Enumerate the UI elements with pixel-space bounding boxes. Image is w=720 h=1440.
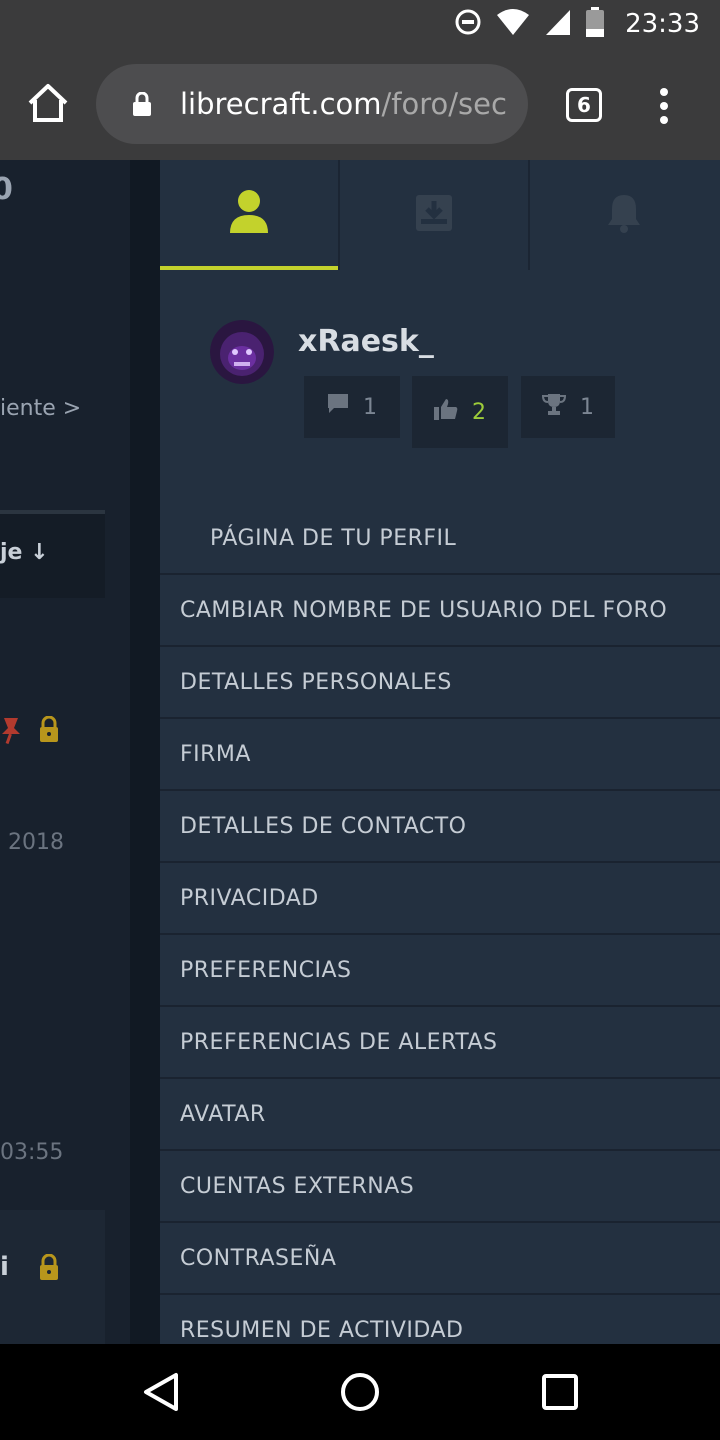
menu-item-avatar[interactable]: AVATAR <box>160 1079 720 1151</box>
background-divider <box>130 160 160 1344</box>
inbox-download-icon <box>416 195 452 235</box>
menu-item-password[interactable]: CONTRASEÑA <box>160 1223 720 1295</box>
back-icon[interactable] <box>140 1372 180 1416</box>
menu-item-profile-page[interactable]: PÁGINA DE TU PERFIL <box>160 503 720 575</box>
lock-icon <box>38 1253 60 1284</box>
likes-stat[interactable]: 2 <box>412 376 508 448</box>
status-time: 23:33 <box>625 9 700 39</box>
url-domain: librecraft.com <box>180 87 382 121</box>
browser-toolbar: librecraft.com/foro/sec 6 <box>0 48 720 160</box>
comment-icon <box>327 393 349 421</box>
wifi-icon <box>496 8 530 40</box>
home-icon[interactable] <box>26 82 70 126</box>
menu-item-personal-details[interactable]: DETALLES PERSONALES <box>160 647 720 719</box>
account-menu: PÁGINA DE TU PERFIL CAMBIAR NOMBRE DE US… <box>160 503 720 1344</box>
lock-icon <box>38 715 60 746</box>
tab-inbox[interactable] <box>340 160 528 270</box>
menu-item-preferences[interactable]: PREFERENCIAS <box>160 935 720 1007</box>
bell-icon <box>606 193 642 237</box>
menu-item-signature[interactable]: FIRMA <box>160 719 720 791</box>
menu-item-alert-preferences[interactable]: PREFERENCIAS DE ALERTAS <box>160 1007 720 1079</box>
url-text[interactable]: librecraft.com/foro/sec <box>180 84 510 124</box>
url-path: /foro/sec <box>381 87 507 121</box>
avatar[interactable] <box>210 320 274 384</box>
overflow-menu-icon[interactable] <box>652 86 676 126</box>
recents-icon[interactable] <box>542 1374 578 1414</box>
thread-title-snippet[interactable]: i <box>0 1252 9 1282</box>
trophies-count: 1 <box>580 394 594 420</box>
do-not-disturb-icon <box>454 8 482 40</box>
menu-item-contact-details[interactable]: DETALLES DE CONTACTO <box>160 791 720 863</box>
thumbs-up-icon <box>434 398 458 426</box>
pagination-next-link[interactable]: iente > <box>0 396 81 421</box>
lock-icon <box>132 91 152 116</box>
cell-signal-icon <box>544 8 572 40</box>
tab-alerts[interactable] <box>530 160 718 270</box>
home-nav-icon[interactable] <box>340 1372 380 1416</box>
pin-icon <box>0 716 22 748</box>
tab-account[interactable] <box>160 160 338 270</box>
background-page: 0 iente > je ↓ 2018 03:55 i <box>0 160 160 1344</box>
menu-item-external-accounts[interactable]: CUENTAS EXTERNAS <box>160 1151 720 1223</box>
messages-stat[interactable]: 1 <box>304 376 400 438</box>
drawer-tabs <box>160 160 720 270</box>
profile-summary: xRaesk_ 1 2 1 <box>160 270 720 500</box>
system-nav-bar <box>0 1344 720 1440</box>
account-drawer: xRaesk_ 1 2 1 PÁGINA DE TU PERFIL CAMBIA… <box>160 160 720 1344</box>
trophy-icon <box>541 393 567 421</box>
messages-count: 1 <box>363 394 377 420</box>
user-icon <box>229 189 269 237</box>
trophies-stat[interactable]: 1 <box>521 376 615 438</box>
background-content <box>0 160 130 1344</box>
thread-time: 03:55 <box>0 1140 64 1165</box>
tab-switcher-button[interactable]: 6 <box>566 88 602 122</box>
menu-item-change-username[interactable]: CAMBIAR NOMBRE DE USUARIO DEL FORO <box>160 575 720 647</box>
address-bar[interactable]: librecraft.com/foro/sec <box>96 64 528 144</box>
status-icons <box>454 7 604 41</box>
menu-item-activity-summary[interactable]: RESUMEN DE ACTIVIDAD <box>160 1295 720 1344</box>
username[interactable]: xRaesk_ <box>298 324 434 359</box>
sort-label[interactable]: je ↓ <box>0 540 49 565</box>
thread-date: 2018 <box>8 830 64 855</box>
status-bar: 23:33 <box>0 0 720 48</box>
likes-count: 2 <box>472 399 486 425</box>
menu-item-privacy[interactable]: PRIVACIDAD <box>160 863 720 935</box>
bg-snippet: 0 <box>0 172 13 207</box>
battery-icon <box>586 7 604 41</box>
